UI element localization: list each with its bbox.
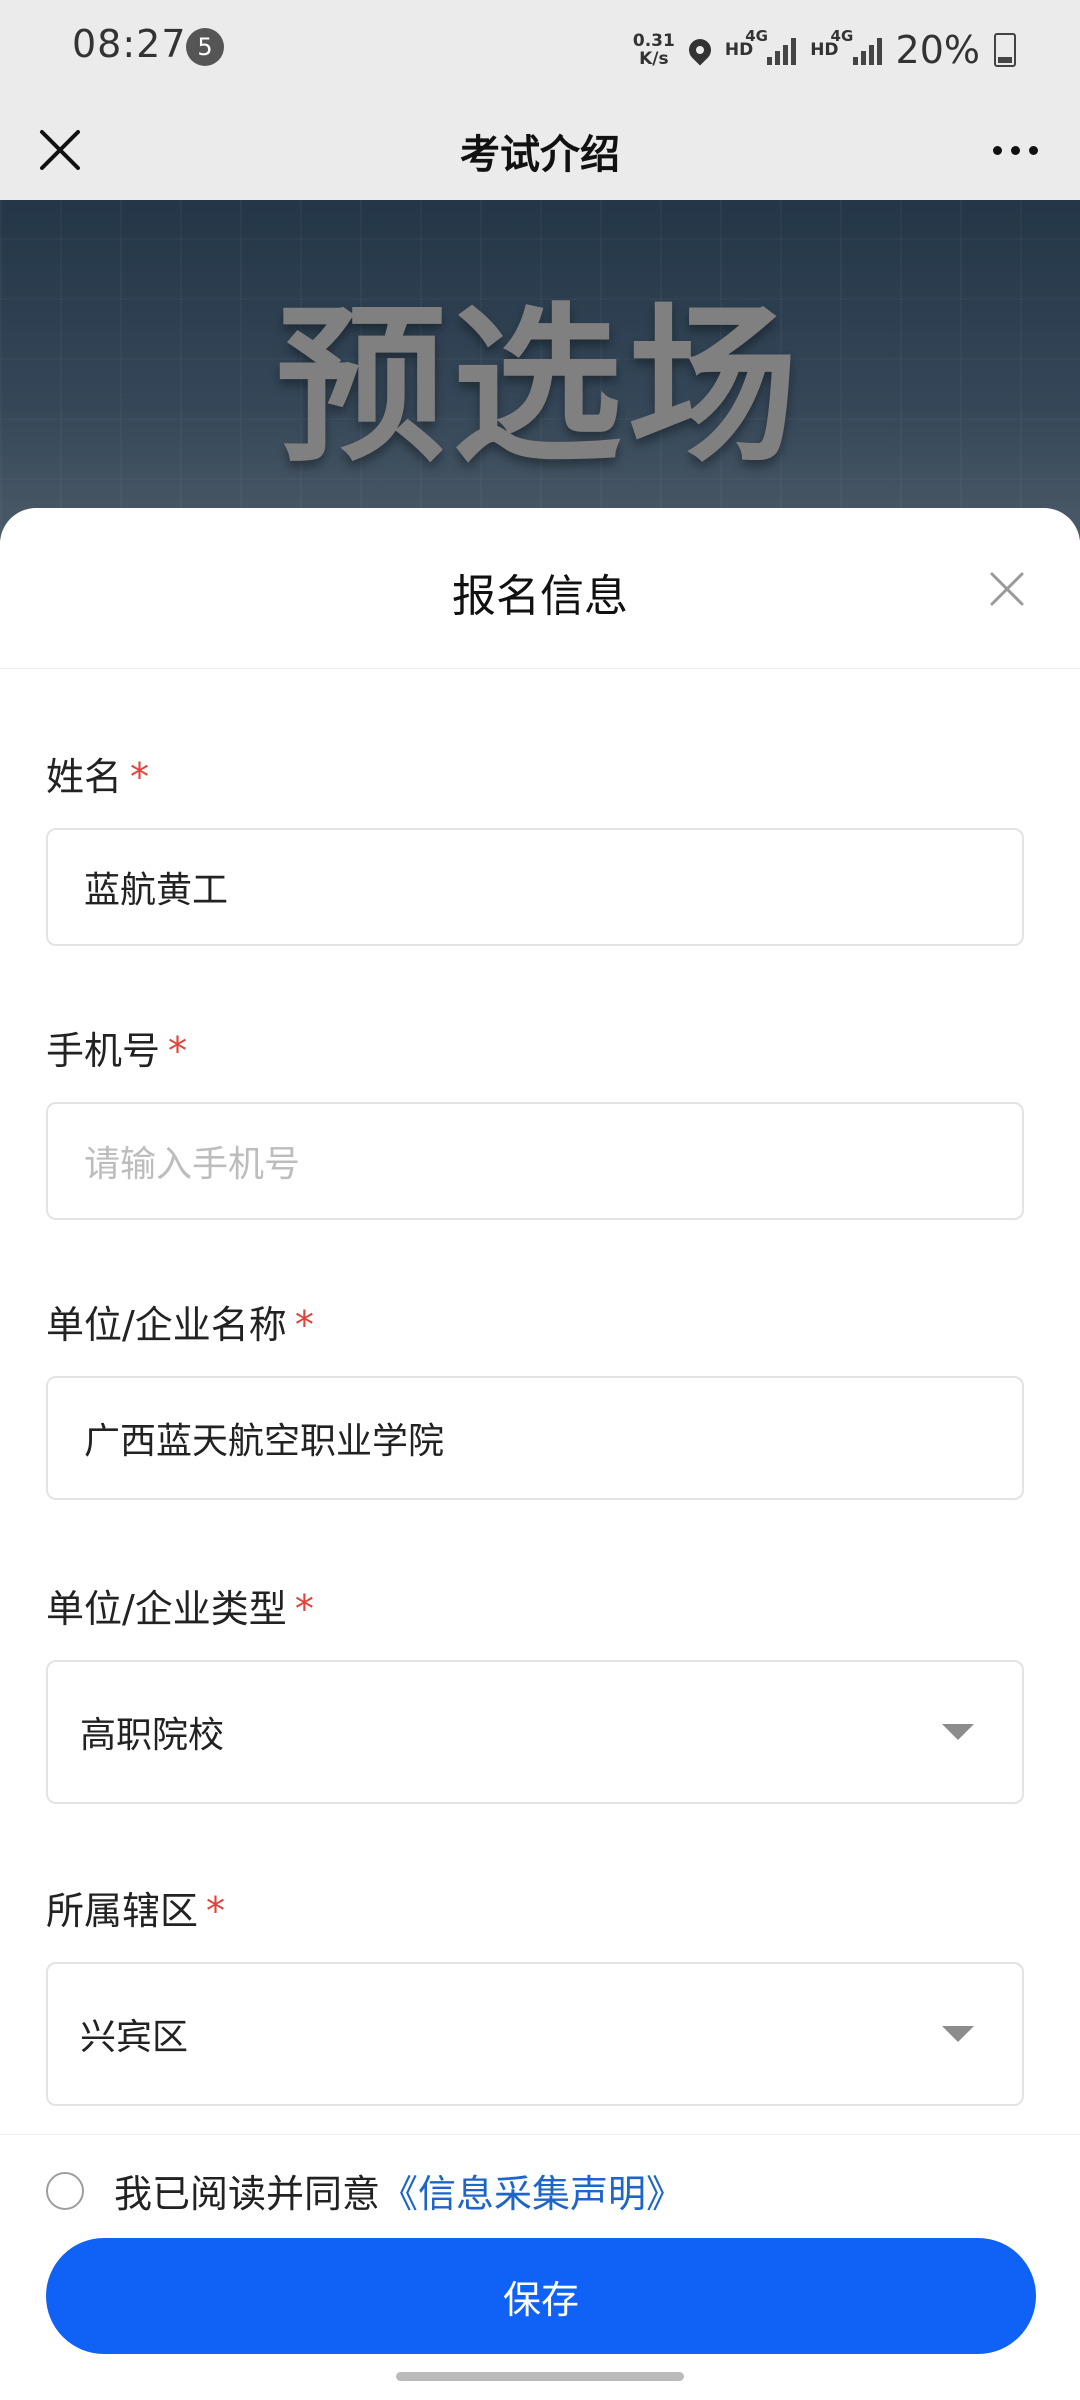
network-speed: 0.31 K/s <box>632 31 675 69</box>
battery-percent: 20% <box>895 28 980 72</box>
modal-overlay[interactable] <box>0 200 1080 540</box>
signal-icon: 4G <box>745 27 797 65</box>
district-label: 所属辖区 * <box>46 1889 226 1933</box>
required-mark: * <box>168 1029 188 1073</box>
required-mark: * <box>294 1303 314 1347</box>
name-input[interactable]: 蓝航黄工 <box>46 828 1024 946</box>
privacy-statement-link[interactable]: 《信息采集声明》 <box>380 2163 684 2218</box>
sheet-header: 报名信息 <box>0 508 1080 669</box>
registration-sheet: 报名信息 姓名 * 蓝航黄工 手机号 * 请输入手机号 单位/企业名称 * 广西蓝天航… <box>0 508 1080 2400</box>
district-select[interactable]: 兴宾区 <box>46 1962 1024 2106</box>
required-mark: * <box>206 1889 226 1933</box>
company-name-input[interactable]: 广西蓝天航空职业学院 <box>46 1376 1024 1500</box>
more-options-icon[interactable] <box>980 124 1050 176</box>
signal-icon-2: 4G <box>831 27 882 65</box>
company-type-select[interactable]: 高职院校 <box>46 1660 1024 1804</box>
nav-bar: 考试介绍 <box>0 100 1080 200</box>
phone-input[interactable]: 请输入手机号 <box>46 1102 1024 1220</box>
company-name-label: 单位/企业名称 * <box>46 1303 314 1347</box>
dropdown-caret-icon <box>942 1724 974 1740</box>
agreement-row: 我已阅读并同意 《信息采集声明》 <box>46 2163 684 2218</box>
required-mark: * <box>294 1587 314 1631</box>
close-icon[interactable] <box>28 118 92 182</box>
agree-radio[interactable] <box>46 2171 84 2210</box>
notification-count-badge: 5 <box>186 28 224 66</box>
footer-divider <box>0 2134 1080 2135</box>
battery-icon <box>994 33 1016 67</box>
phone-label: 手机号 * <box>46 1029 188 1073</box>
agree-text: 我已阅读并同意 <box>114 2172 381 2216</box>
district-value: 兴宾区 <box>80 2017 189 2058</box>
required-mark: * <box>130 755 150 799</box>
status-icons: 0.31 K/s HD 4G HD 4G 20% <box>633 22 1016 78</box>
home-indicator[interactable] <box>396 2372 684 2381</box>
sheet-close-icon[interactable] <box>982 564 1032 614</box>
name-label: 姓名 * <box>46 755 150 799</box>
dropdown-caret-icon <box>942 2026 974 2042</box>
page-title: 考试介绍 <box>460 132 620 178</box>
location-icon <box>684 34 716 66</box>
status-time: 08:27 <box>72 22 187 66</box>
sheet-title: 报名信息 <box>452 571 628 622</box>
company-type-value: 高职院校 <box>80 1715 225 1756</box>
company-type-label: 单位/企业类型 * <box>46 1587 314 1631</box>
save-button[interactable]: 保存 <box>46 2238 1036 2354</box>
status-bar: 08:27 5 0.31 K/s HD 4G HD 4G 20% <box>0 0 1080 100</box>
